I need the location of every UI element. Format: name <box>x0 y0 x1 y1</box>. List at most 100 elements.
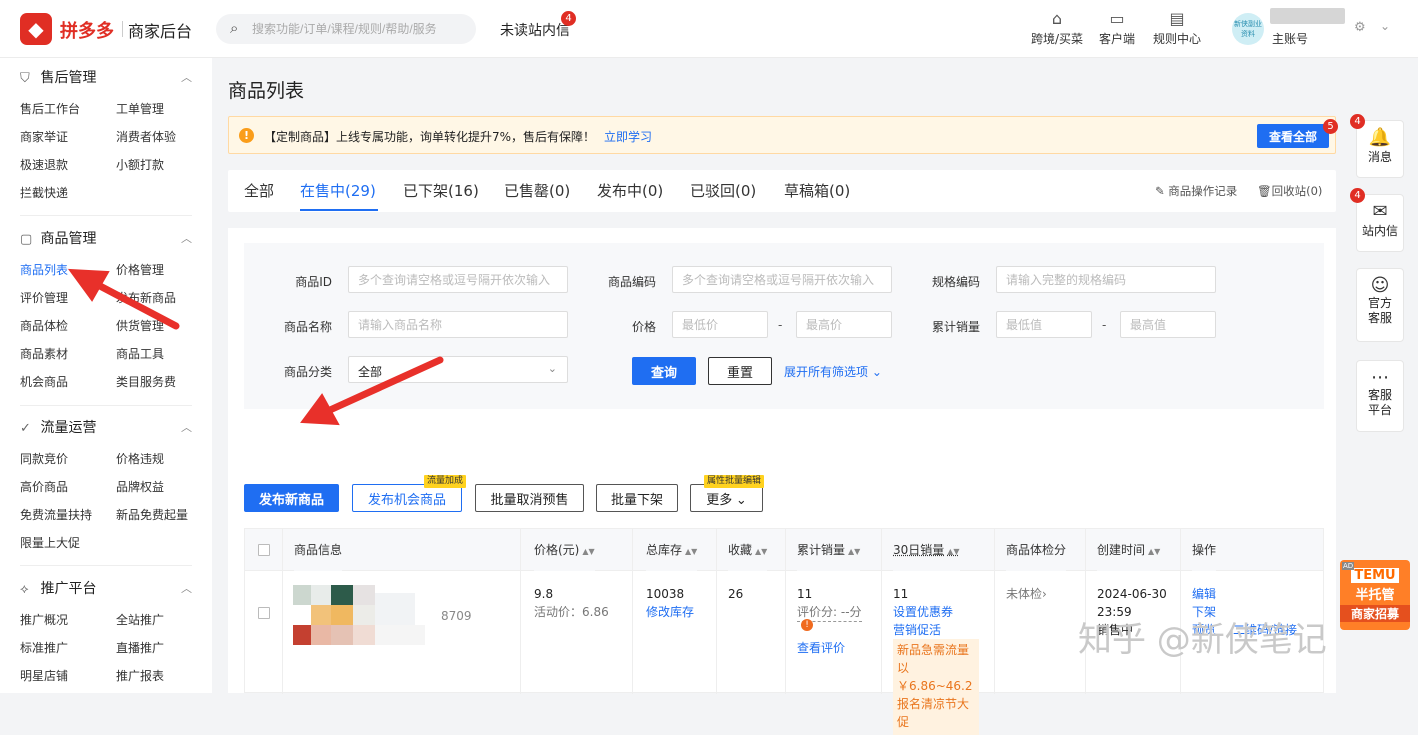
sidebar-item[interactable]: 极速退款 <box>20 156 68 173</box>
client-link[interactable]: ▭ 客户端 <box>1087 8 1147 47</box>
reset-button[interactable]: 重置 <box>708 357 772 385</box>
settings-icon[interactable]: ⚙ <box>1354 20 1366 35</box>
brand-name[interactable]: 拼多多 <box>60 17 114 43</box>
sales-min-input[interactable] <box>996 311 1092 338</box>
crossborder-link[interactable]: ⌂ 跨境/买菜 <box>1027 8 1087 47</box>
edit-stock-link[interactable]: 修改库存 <box>646 603 694 621</box>
sidebar-item[interactable]: 拦截快递 <box>20 184 68 201</box>
avatar[interactable]: 新侠副业资料 <box>1232 13 1264 45</box>
account-name-redacted[interactable] <box>1270 8 1345 24</box>
product-thumbnail-blurred[interactable] <box>293 585 443 645</box>
rules-center-link[interactable]: ▤ 规则中心 <box>1147 8 1207 47</box>
sidebar-item[interactable]: 免费流量扶持 <box>20 506 92 523</box>
temu-ad-banner[interactable]: TEMU 半托管 商家招募 <box>1340 560 1410 630</box>
sidebar-item[interactable]: 小额打款 <box>116 156 164 173</box>
col-header-total-sales[interactable]: 累计销量 ▲▼ <box>797 529 861 571</box>
sidebar-item[interactable]: 价格违规 <box>116 450 164 467</box>
sales-max-input[interactable] <box>1120 311 1216 338</box>
publish-opportunity-button[interactable]: 发布机会商品 <box>352 484 462 512</box>
sidebar-item[interactable]: 机会商品 <box>20 373 68 390</box>
product-id-input[interactable] <box>348 266 568 293</box>
sidebar-item[interactable]: 品牌权益 <box>116 478 164 495</box>
query-button[interactable]: 查询 <box>632 357 696 385</box>
sidebar-item[interactable]: 工单管理 <box>116 100 164 117</box>
sidebar-item[interactable]: 明星店铺 <box>20 667 68 684</box>
chevron-up-icon[interactable]: ︿ <box>181 419 192 435</box>
col-header-created[interactable]: 创建时间 ▲▼ <box>1097 529 1161 571</box>
edit-link[interactable]: 编辑 <box>1192 585 1216 603</box>
chevron-up-icon[interactable]: ︿ <box>181 69 192 85</box>
sidebar-item[interactable]: 价格管理 <box>116 261 164 278</box>
batch-cancel-presale-button[interactable]: 批量取消预售 <box>475 484 584 512</box>
sidebar-item[interactable]: 推广报表 <box>116 667 164 684</box>
marketing-link[interactable]: 营销促活 <box>893 621 941 639</box>
sidebar-item[interactable]: 评价管理 <box>20 289 68 306</box>
product-code-input[interactable] <box>672 266 892 293</box>
select-all-checkbox[interactable] <box>258 544 270 556</box>
global-search[interactable]: ⌕ <box>216 14 476 44</box>
sidebar-item[interactable]: 商品工具 <box>116 345 164 362</box>
sidebar-item[interactable]: 同款竞价 <box>20 450 68 467</box>
chevron-up-icon[interactable]: ︿ <box>181 580 192 596</box>
row-checkbox[interactable] <box>258 607 270 619</box>
sidebar-section-header[interactable]: ⟡ 推广平台 <box>20 577 96 601</box>
spec-code-input[interactable] <box>996 266 1216 293</box>
sidebar-section-header[interactable]: ⛉ 售后管理 <box>20 66 96 90</box>
inbox-button[interactable]: ✉ 站内信 <box>1356 194 1404 252</box>
more-actions-button[interactable]: 更多 ⌄ <box>690 484 763 512</box>
set-coupon-link[interactable]: 设置优惠券 <box>893 603 953 621</box>
tab-on-sale[interactable]: 在售中(29) <box>300 180 376 201</box>
product-id-label: 商品ID <box>295 275 332 289</box>
sidebar-section-header[interactable]: ✓ 流量运营 <box>20 416 96 440</box>
sidebar-item[interactable]: 商品素材 <box>20 345 68 362</box>
batch-offshelf-button[interactable]: 批量下架 <box>596 484 678 512</box>
sidebar-item[interactable]: 消费者体验 <box>116 128 176 145</box>
sidebar-item[interactable]: 全站推广 <box>116 611 164 628</box>
sidebar-item[interactable]: 新品免费起量 <box>116 506 188 523</box>
sidebar-item[interactable]: 直播推广 <box>116 639 164 656</box>
publish-new-product-button[interactable]: 发布新商品 <box>244 484 339 512</box>
operation-log-link[interactable]: ✎ 商品操作记录 <box>1155 183 1237 199</box>
sidebar-item[interactable]: 发布新商品 <box>116 289 176 306</box>
price-max-input[interactable] <box>796 311 892 338</box>
pdd-logo-icon[interactable]: ◆ <box>20 13 52 45</box>
recycle-bin-link[interactable]: 🗑回收站(0) <box>1257 183 1322 199</box>
view-all-button[interactable]: 查看全部 <box>1257 124 1329 148</box>
sidebar-item[interactable]: 推广概况 <box>20 611 68 628</box>
sidebar-item[interactable]: 类目服务费 <box>116 373 176 390</box>
tab-all[interactable]: 全部 <box>244 180 274 201</box>
chevron-up-icon[interactable]: ︿ <box>181 230 192 246</box>
col-header-favorites[interactable]: 收藏 ▲▼ <box>728 529 768 571</box>
sidebar-item-product-list[interactable]: 商品列表 <box>20 261 68 278</box>
account-chevron-down-icon[interactable]: ⌄ <box>1380 19 1390 33</box>
tab-rejected[interactable]: 已驳回(0) <box>690 180 756 201</box>
official-service-button[interactable]: ☺ 官方客服 <box>1356 268 1404 342</box>
sidebar-item[interactable]: 高价商品 <box>20 478 68 495</box>
unread-messages-link[interactable]: 未读站内信 <box>500 20 570 40</box>
tab-publishing[interactable]: 发布中(0) <box>597 180 663 201</box>
col-header-price[interactable]: 价格(元) ▲▼ <box>534 529 595 571</box>
sidebar-item[interactable]: 标准推广 <box>20 639 68 656</box>
health-check-link[interactable]: 未体检› <box>1006 585 1047 603</box>
sidebar-item[interactable]: 商家举证 <box>20 128 68 145</box>
tab-sold-out[interactable]: 已售罄(0) <box>504 180 570 201</box>
sidebar-item[interactable]: 商品体检 <box>20 317 68 334</box>
promo-callout[interactable]: 新品急需流量以 ￥6.86~46.2报名清凉节大促 <box>893 639 979 735</box>
sidebar-item[interactable]: 限量上大促 <box>20 534 80 551</box>
expand-filters-link[interactable]: 展开所有筛选项 ⌄ <box>784 363 882 380</box>
sidebar-item[interactable]: 售后工作台 <box>20 100 80 117</box>
sidebar-section-header[interactable]: ▢ 商品管理 <box>20 227 96 251</box>
tab-drafts[interactable]: 草稿箱(0) <box>784 180 850 201</box>
service-platform-button[interactable]: ⋯ 客服平台 <box>1356 360 1404 432</box>
learn-now-link[interactable]: 立即学习 <box>604 128 652 145</box>
search-input[interactable] <box>252 18 467 40</box>
tab-off-shelf[interactable]: 已下架(16) <box>403 180 479 201</box>
category-select[interactable]: 全部 ⌄ <box>348 356 568 383</box>
col-header-stock[interactable]: 总库存 ▲▼ <box>646 529 698 571</box>
sidebar-item[interactable]: 供货管理 <box>116 317 164 334</box>
col-header-30d-sales[interactable]: 30日销量 ▲▼ <box>893 529 960 571</box>
view-reviews-link[interactable]: 查看评价 <box>797 639 845 657</box>
messages-button[interactable]: 🔔 消息 <box>1356 120 1404 178</box>
product-name-input[interactable] <box>348 311 568 338</box>
price-min-input[interactable] <box>672 311 768 338</box>
